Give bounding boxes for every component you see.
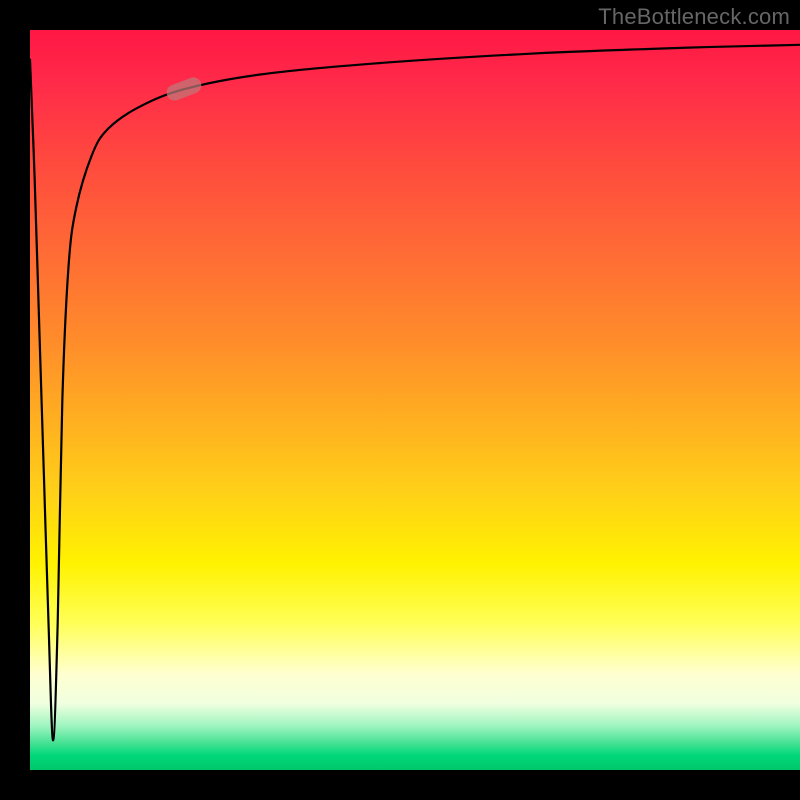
bottleneck-curve-svg	[30, 30, 800, 770]
bottleneck-curve-path	[30, 45, 800, 741]
watermark-text: TheBottleneck.com	[598, 4, 790, 30]
